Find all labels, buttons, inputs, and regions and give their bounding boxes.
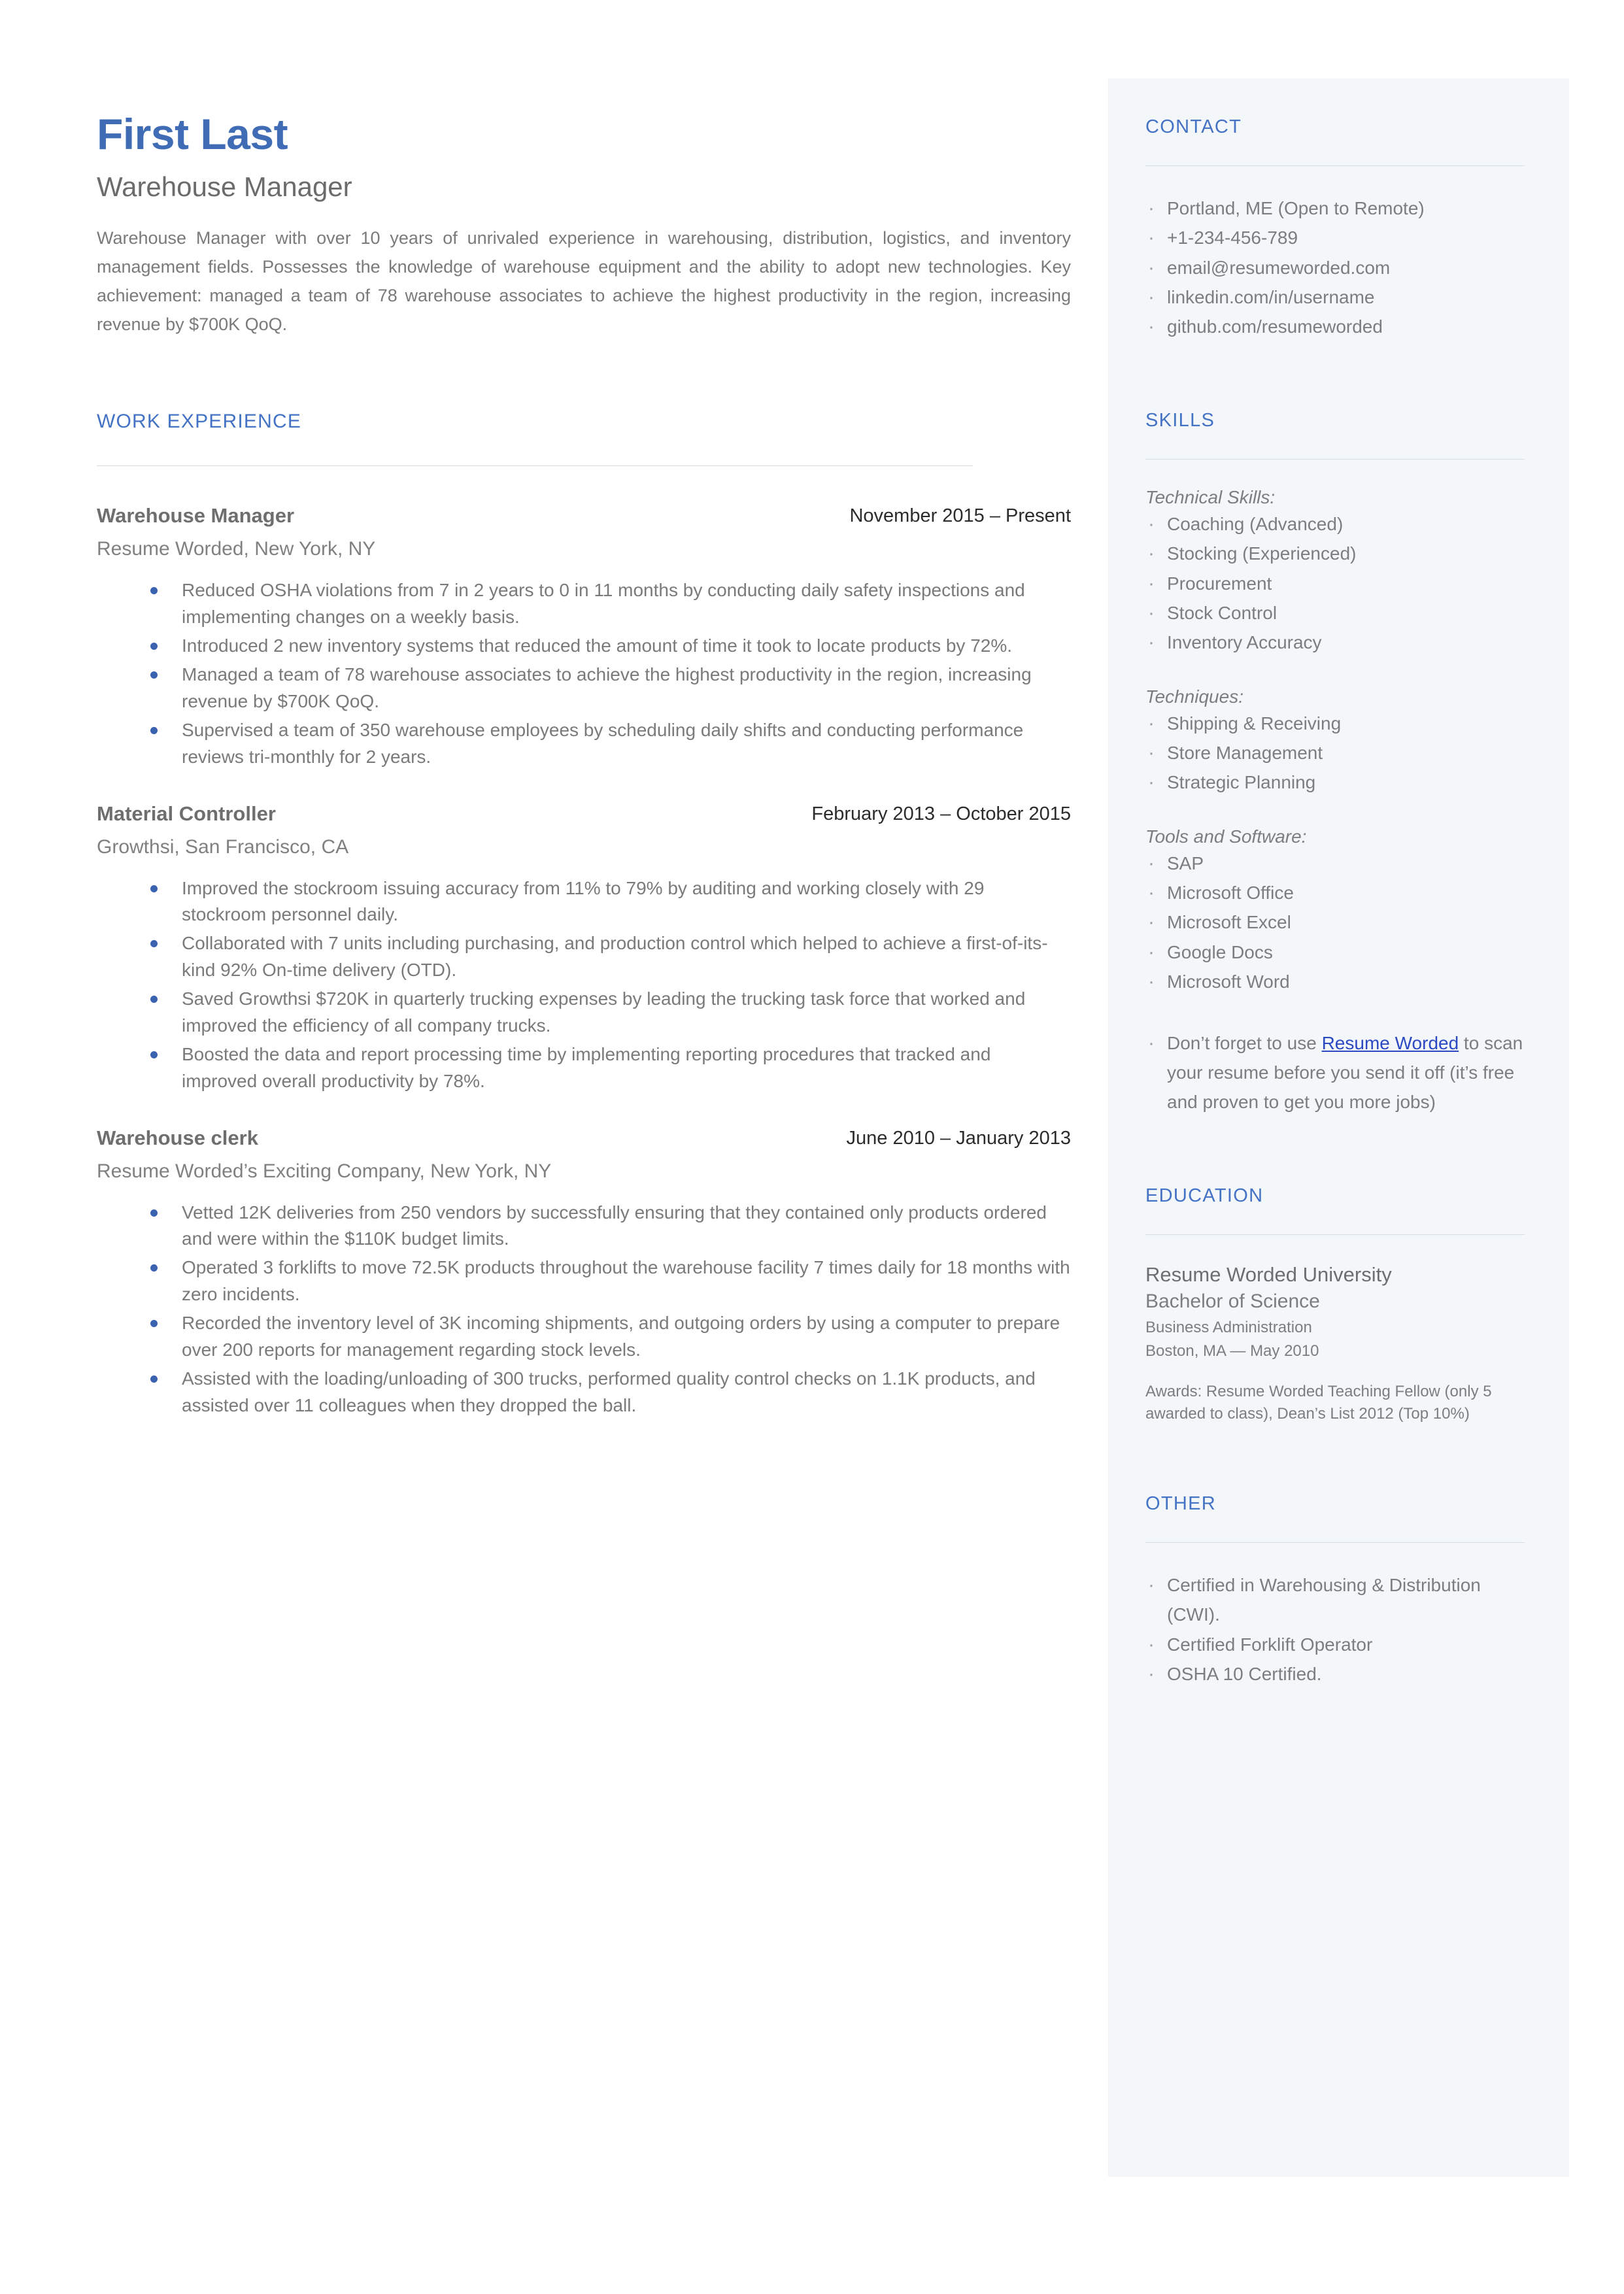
job-bullet-list: Vetted 12K deliveries from 250 vendors b…	[97, 1200, 1071, 1419]
education-section: EDUCATION Resume Worded University Bache…	[1145, 1185, 1531, 1425]
skill-group: Technical Skills:Coaching (Advanced)Stoc…	[1145, 486, 1531, 659]
work-experience-entry: Material Controller February 2013 – Octob…	[97, 802, 1071, 1095]
resume-page: First Last Warehouse Manager Warehouse M…	[0, 0, 1624, 2294]
skill-item: Coaching (Advanced)	[1145, 509, 1531, 541]
skill-item: Strategic Planning	[1145, 767, 1531, 799]
job-bullet: Improved the stockroom issuing accuracy …	[150, 875, 1071, 929]
note-text-before: Don’t forget to use	[1167, 1033, 1322, 1054]
skill-item: Microsoft Word	[1145, 966, 1531, 998]
spacer-skills-education	[1145, 1117, 1531, 1185]
main-column: First Last Warehouse Manager Warehouse M…	[97, 110, 1071, 1421]
section-divider-contact	[1145, 165, 1525, 166]
other-list: Certified in Warehousing & Distribution …	[1145, 1570, 1531, 1691]
skill-item: Store Management	[1145, 737, 1531, 769]
job-company: Growthsi, San Francisco, CA	[97, 835, 349, 858]
spacer-education-other	[1145, 1425, 1531, 1493]
section-divider-education	[1145, 1234, 1525, 1235]
job-bullet: Introduced 2 new inventory systems that …	[150, 633, 1071, 660]
contact-item: linkedin.com/in/username	[1145, 282, 1531, 314]
job-bullet: Operated 3 forklifts to move 72.5K produ…	[150, 1255, 1071, 1308]
skill-list: Coaching (Advanced)Stocking (Experienced…	[1145, 509, 1531, 659]
education-awards: Awards: Resume Worded Teaching Fellow (o…	[1145, 1382, 1492, 1423]
education-field: Business Administration	[1145, 1318, 1312, 1336]
other-item: Certified Forklift Operator	[1145, 1629, 1531, 1661]
skill-list: Shipping & ReceivingStore ManagementStra…	[1145, 708, 1531, 800]
section-title-work-experience: WORK EXPERIENCE	[97, 411, 302, 433]
section-title-other: OTHER	[1145, 1493, 1216, 1515]
section-title-skills: SKILLS	[1145, 409, 1215, 431]
job-bullet: Assisted with the loading/unloading of 3…	[150, 1366, 1071, 1419]
job-company: Resume Worded’s Exciting Company, New Yo…	[97, 1160, 552, 1182]
job-dates: June 2010 – January 2013	[846, 1127, 1071, 1149]
skill-item: Stocking (Experienced)	[1145, 538, 1531, 570]
contact-item: github.com/resumeworded	[1145, 311, 1531, 343]
section-divider-other	[1145, 1542, 1525, 1543]
job-bullet-list: Reduced OSHA violations from 7 in 2 year…	[97, 577, 1071, 770]
work-experience-entry: Warehouse clerk June 2010 – January 2013 R…	[97, 1126, 1071, 1419]
skill-item: Google Docs	[1145, 937, 1531, 969]
section-title-education: EDUCATION	[1145, 1185, 1264, 1206]
work-experience-entry: Warehouse Manager November 2015 – Present…	[97, 504, 1071, 770]
job-bullet: Saved Growthsi $720K in quarterly trucki…	[150, 986, 1071, 1039]
education-school: Resume Worded University	[1145, 1262, 1392, 1286]
other-item: OSHA 10 Certified.	[1145, 1659, 1531, 1691]
resume-worded-note: Don’t forget to use Resume Worded to sca…	[1145, 1028, 1531, 1117]
skill-group-label: Techniques:	[1145, 686, 1243, 707]
spacer-contact-skills	[1145, 342, 1531, 410]
job-bullet-list: Improved the stockroom issuing accuracy …	[97, 875, 1071, 1095]
skills-groups: Technical Skills:Coaching (Advanced)Stoc…	[1145, 486, 1531, 998]
education-place-date: Boston, MA — May 2010	[1145, 1341, 1319, 1360]
candidate-name: First Last	[97, 110, 288, 158]
skill-group: Tools and Software:SAPMicrosoft OfficeMi…	[1145, 826, 1531, 998]
resume-worded-link[interactable]: Resume Worded	[1322, 1033, 1459, 1053]
job-title: Warehouse clerk	[97, 1126, 258, 1149]
job-title: Material Controller	[97, 801, 276, 825]
sidebar-column: CONTACT Portland, ME (Open to Remote)+1-…	[1145, 116, 1531, 1691]
job-title: Warehouse Manager	[97, 504, 295, 528]
contact-list: Portland, ME (Open to Remote)+1-234-456-…	[1145, 193, 1531, 343]
job-dates: November 2015 – Present	[849, 505, 1071, 527]
skill-item: Microsoft Office	[1145, 877, 1531, 909]
job-bullet: Recorded the inventory level of 3K incom…	[150, 1310, 1071, 1364]
skill-item: Inventory Accuracy	[1145, 627, 1531, 659]
skill-item: Stock Control	[1145, 598, 1531, 630]
work-experience-list: Warehouse Manager November 2015 – Present…	[97, 504, 1071, 1419]
skill-item: Microsoft Excel	[1145, 907, 1531, 939]
job-bullet: Collaborated with 7 units including purc…	[150, 930, 1071, 984]
professional-summary: Warehouse Manager with over 10 years of …	[97, 228, 1071, 334]
job-bullet: Vetted 12K deliveries from 250 vendors b…	[150, 1200, 1071, 1253]
job-bullet: Managed a team of 78 warehouse associate…	[150, 662, 1071, 715]
contact-item: +1-234-456-789	[1145, 222, 1531, 254]
section-divider-skills	[1145, 458, 1525, 460]
skill-item: Procurement	[1145, 568, 1531, 600]
job-bullet: Reduced OSHA violations from 7 in 2 year…	[150, 577, 1071, 631]
job-company: Resume Worded, New York, NY	[97, 538, 376, 560]
other-section: OTHER Certified in Warehousing & Distrib…	[1145, 1493, 1531, 1691]
job-header: Warehouse clerk June 2010 – January 2013	[97, 1126, 1071, 1153]
job-dates: February 2013 – October 2015	[811, 803, 1071, 824]
skill-group-label: Technical Skills:	[1145, 486, 1276, 507]
contact-item: Portland, ME (Open to Remote)	[1145, 193, 1531, 225]
skill-group: Techniques:Shipping & ReceivingStore Man…	[1145, 686, 1531, 800]
job-header: Material Controller February 2013 – Octob…	[97, 802, 1071, 828]
skill-item: SAP	[1145, 848, 1531, 880]
skills-section: SKILLS Technical Skills:Coaching (Advanc…	[1145, 410, 1531, 1117]
candidate-headline: Warehouse Manager	[97, 171, 352, 203]
skill-list: SAPMicrosoft OfficeMicrosoft ExcelGoogle…	[1145, 848, 1531, 998]
section-divider-work-experience	[97, 465, 973, 467]
job-header: Warehouse Manager November 2015 – Present	[97, 504, 1071, 530]
education-degree: Bachelor of Science	[1145, 1290, 1320, 1313]
other-item: Certified in Warehousing & Distribution …	[1145, 1570, 1531, 1630]
skill-item: Shipping & Receiving	[1145, 708, 1531, 740]
contact-section: CONTACT Portland, ME (Open to Remote)+1-…	[1145, 116, 1531, 343]
skill-group-label: Tools and Software:	[1145, 826, 1307, 847]
job-bullet: Boosted the data and report processing t…	[150, 1041, 1071, 1095]
contact-item: email@resumeworded.com	[1145, 252, 1531, 284]
job-bullet: Supervised a team of 350 warehouse emplo…	[150, 717, 1071, 771]
section-title-contact: CONTACT	[1145, 116, 1242, 137]
